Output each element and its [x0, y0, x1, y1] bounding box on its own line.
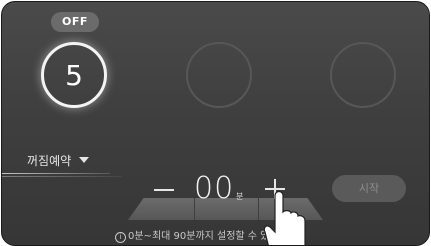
start-button[interactable]: 시작	[332, 175, 406, 202]
caret-down-icon	[79, 157, 89, 163]
cooktop-control-panel: OFF 5 꺼짐예약 00 분 시작 i 0분~최대 90분까지 설정할 수 있습…	[1, 1, 430, 246]
info-circle-icon: i	[115, 232, 126, 243]
tab-divider-shadow	[2, 176, 122, 177]
burner-1-level: 5	[65, 59, 83, 92]
burner-2-selector[interactable]	[186, 42, 252, 108]
burner-1-selector[interactable]: 5	[41, 42, 107, 108]
burner-3-selector[interactable]	[330, 42, 396, 108]
timer-tab-label: 꺼짐예약	[27, 154, 72, 168]
power-off-button[interactable]: OFF	[51, 12, 99, 32]
timer-minutes-display: 00	[194, 171, 235, 206]
tab-divider	[2, 173, 110, 174]
timer-unit-label: 분	[236, 192, 244, 201]
pointing-hand-icon	[263, 190, 306, 245]
timer-tab[interactable]: 꺼짐예약	[2, 149, 109, 173]
minus-icon[interactable]	[154, 177, 174, 197]
